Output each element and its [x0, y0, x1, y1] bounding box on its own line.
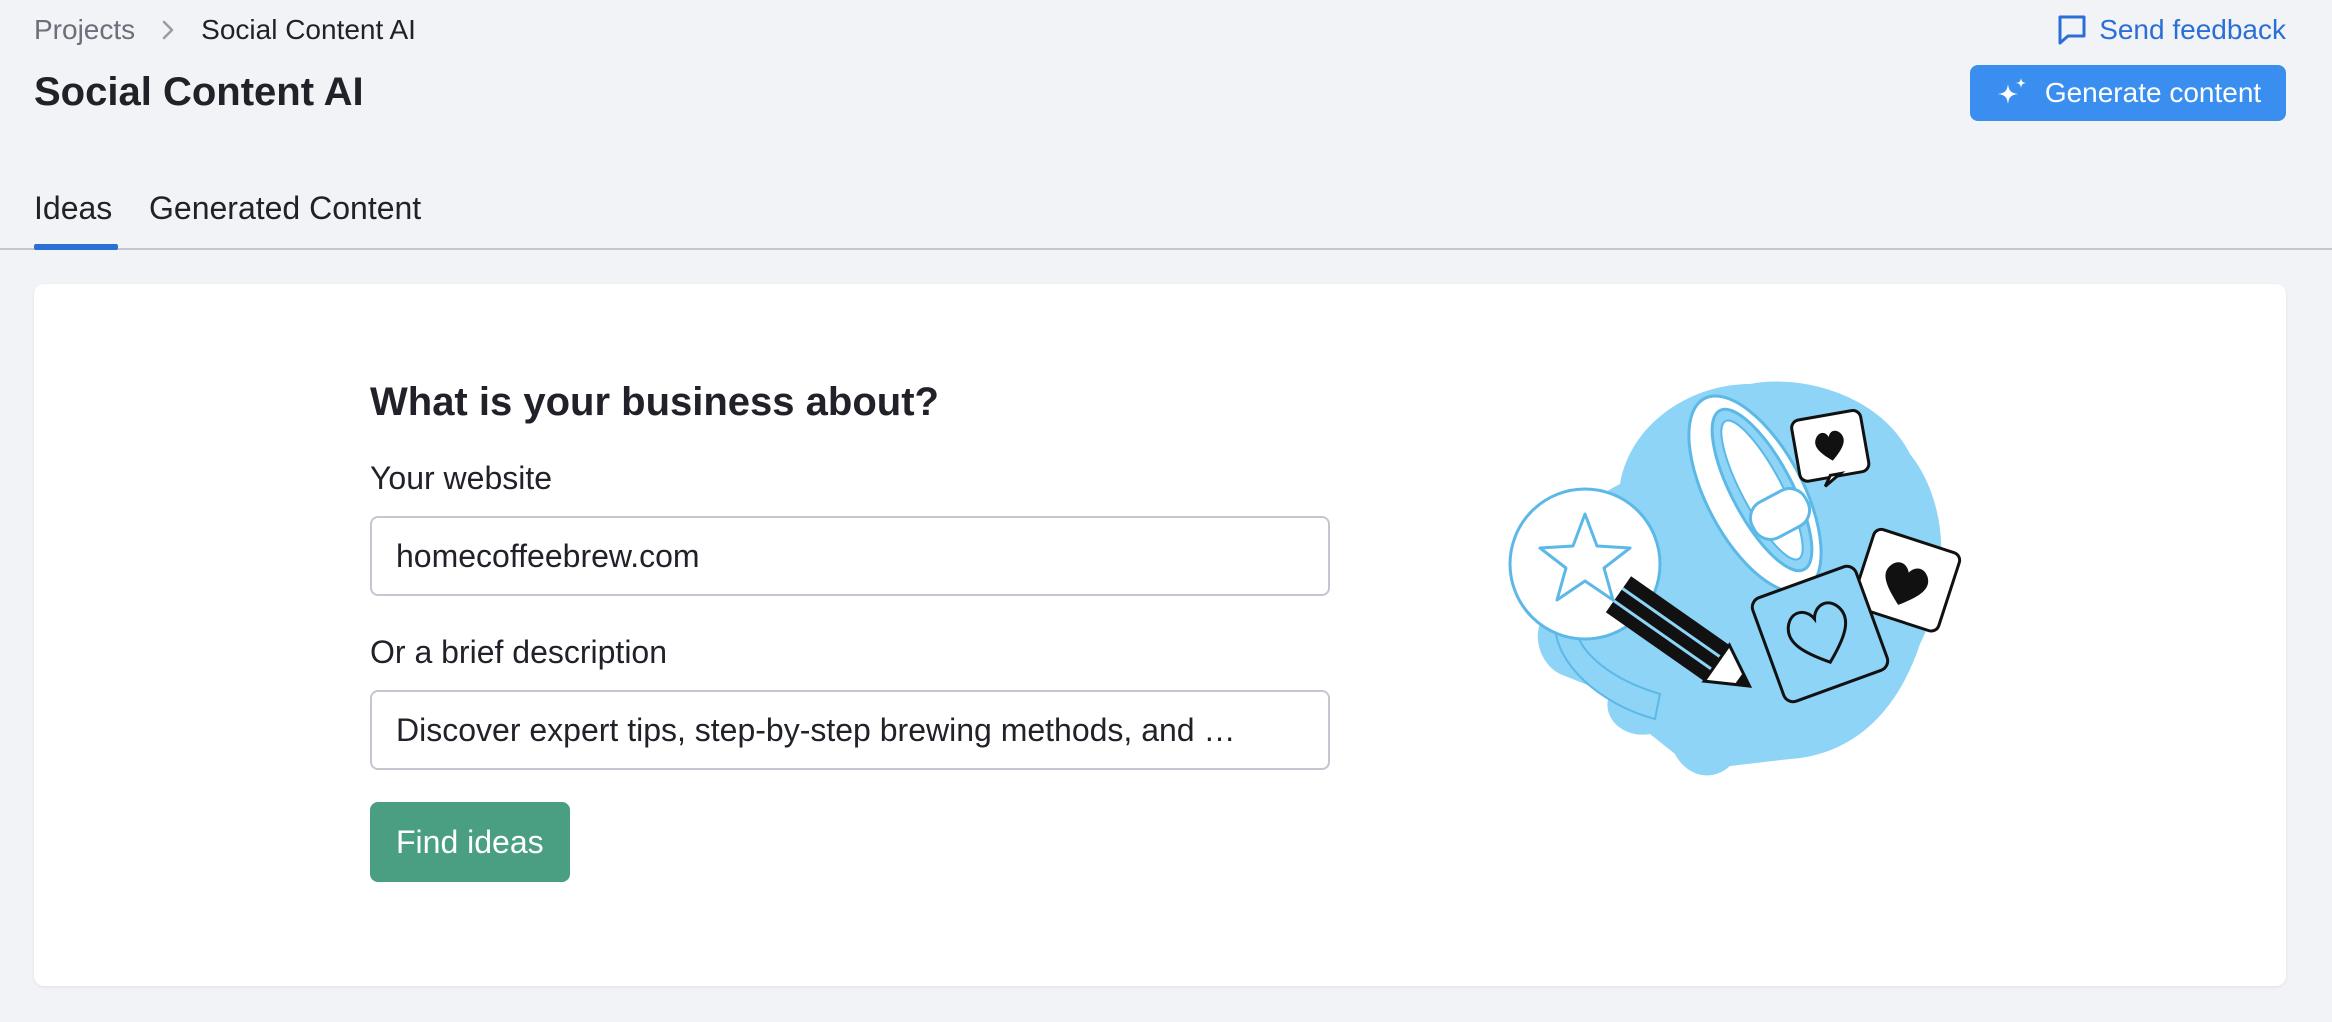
- send-feedback-link[interactable]: Send feedback: [2057, 10, 2286, 50]
- description-input[interactable]: Discover expert tips, step-by-step brewi…: [370, 690, 1330, 770]
- business-form: What is your business about? Your websit…: [370, 376, 1330, 882]
- tab-ideas[interactable]: Ideas: [34, 188, 112, 228]
- ideas-card: What is your business about? Your websit…: [34, 284, 2286, 986]
- social-content-illustration: [1508, 381, 1962, 776]
- generate-content-button[interactable]: Generate content: [1970, 65, 2286, 121]
- send-feedback-label: Send feedback: [2099, 14, 2286, 45]
- description-label: Or a brief description: [370, 634, 668, 670]
- tab-generated-content[interactable]: Generated Content: [149, 188, 421, 228]
- page-title: Social Content AI: [34, 70, 364, 114]
- breadcrumb-projects-link[interactable]: Projects: [34, 10, 135, 50]
- chat-bubble-icon: [2057, 14, 2087, 46]
- find-ideas-button[interactable]: Find ideas: [370, 802, 570, 882]
- breadcrumb-current: Social Content AI: [201, 14, 416, 45]
- tab-bar: Ideas Generated Content: [0, 180, 2332, 250]
- page: Projects Social Content AI Social Conten…: [0, 0, 2332, 1022]
- form-heading: What is your business about?: [370, 380, 939, 424]
- chevron-right-icon: [135, 19, 201, 41]
- website-label: Your website: [370, 460, 553, 496]
- sparkle-icon: [1995, 76, 2029, 110]
- website-input[interactable]: homecoffeebrew.com: [370, 516, 1330, 596]
- generate-content-label: Generate content: [2044, 77, 2262, 108]
- breadcrumb: Projects Social Content AI: [34, 10, 416, 50]
- active-tab-indicator: [34, 244, 118, 250]
